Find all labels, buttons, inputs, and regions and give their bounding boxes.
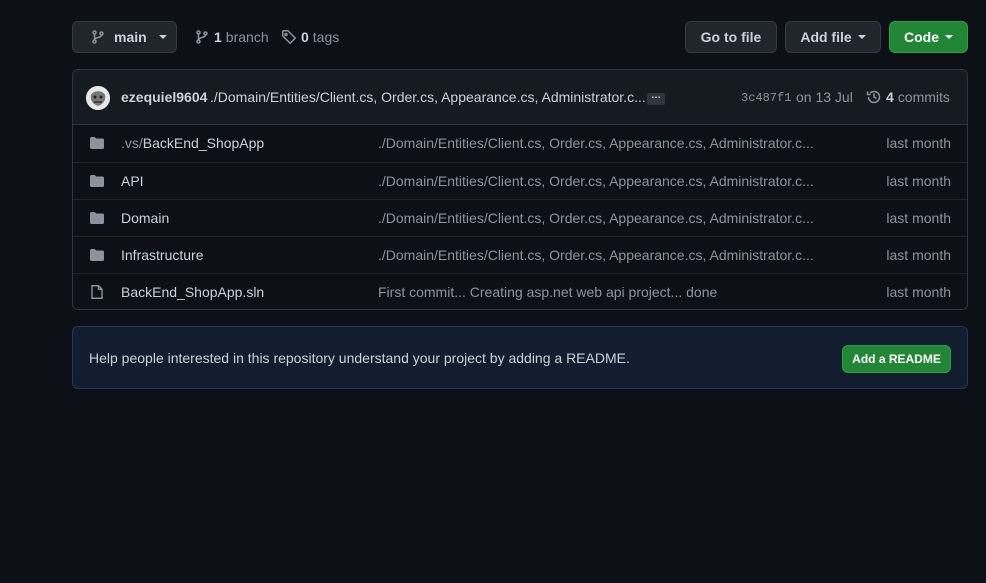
add-file-label: Add file	[800, 29, 852, 45]
file-age: last month	[886, 284, 951, 300]
readme-banner: Help people interested in this repositor…	[72, 326, 968, 389]
folder-icon	[89, 210, 105, 226]
folder-icon	[89, 135, 105, 151]
commit-sha[interactable]: 3c487f1	[741, 91, 791, 105]
expand-commit-button[interactable]: …	[647, 91, 665, 105]
branch-select-button[interactable]: main	[72, 21, 177, 53]
go-to-file-button[interactable]: Go to file	[685, 21, 777, 53]
file-name-link[interactable]: Infrastructure	[121, 247, 203, 263]
file-age: last month	[886, 173, 951, 189]
file-name: BackEnd_ShopApp.sln	[121, 284, 265, 300]
file-row[interactable]: API ./Domain/Entities/Client.cs, Order.c…	[73, 162, 967, 199]
file-name-prefix: .vs/	[121, 135, 143, 151]
file-name-link[interactable]: API	[121, 173, 144, 189]
file-age: last month	[886, 210, 951, 226]
file-age: last month	[886, 247, 951, 263]
file-name: Domain	[121, 210, 170, 226]
commit-message[interactable]: ./Domain/Entities/Client.cs, Order.cs, A…	[210, 89, 646, 105]
file-list-box: ezequiel9604 ./Domain/Entities/Client.cs…	[72, 69, 968, 310]
tags-link[interactable]: 0 tags	[281, 21, 339, 53]
file-row[interactable]: Domain ./Domain/Entities/Client.cs, Orde…	[73, 199, 967, 236]
file-row[interactable]: Infrastructure ./Domain/Entities/Client.…	[73, 236, 967, 273]
git-branch-icon	[194, 29, 210, 45]
file-commit-message[interactable]: ./Domain/Entities/Client.cs, Order.cs, A…	[378, 173, 814, 189]
avatar[interactable]	[86, 86, 110, 110]
tag-count: 0	[301, 29, 309, 45]
tag-icon	[281, 29, 297, 45]
branch-label: branch	[225, 29, 269, 45]
chevron-down-icon	[158, 35, 167, 39]
file-icon	[89, 284, 105, 300]
file-commit-message[interactable]: ./Domain/Entities/Client.cs, Order.cs, A…	[378, 247, 814, 263]
add-readme-label: Add a README	[852, 352, 941, 366]
git-branch-icon	[90, 29, 106, 45]
code-button[interactable]: Code	[889, 21, 968, 53]
folder-icon	[89, 247, 105, 263]
file-commit-message[interactable]: First commit... Creating asp.net web api…	[378, 284, 717, 300]
file-name: Infrastructure	[121, 247, 204, 263]
commit-author[interactable]: ezequiel9604	[121, 89, 207, 105]
file-age: last month	[886, 135, 951, 151]
file-name-link[interactable]: Domain	[121, 210, 169, 226]
file-row[interactable]: .vs/BackEnd_ShopApp ./Domain/Entities/Cl…	[73, 125, 967, 162]
add-file-button[interactable]: Add file	[785, 21, 881, 53]
file-rows: .vs/BackEnd_ShopApp ./Domain/Entities/Cl…	[73, 125, 967, 309]
folder-icon	[89, 173, 105, 189]
code-label: Code	[904, 29, 939, 45]
file-commit-message[interactable]: ./Domain/Entities/Client.cs, Order.cs, A…	[378, 135, 814, 151]
chevron-down-icon	[857, 35, 866, 39]
history-icon	[866, 89, 882, 105]
commit-date: on 13 Jul	[796, 89, 853, 105]
add-readme-button[interactable]: Add a README	[842, 345, 951, 373]
commit-label: commits	[897, 89, 950, 105]
file-name-link[interactable]: .vs/BackEnd_ShopApp	[121, 135, 264, 151]
branch-name: main	[114, 29, 147, 45]
commits-history-link[interactable]: 4 commits	[866, 89, 950, 105]
file-name: BackEnd_ShopApp	[142, 135, 265, 151]
file-name-link[interactable]: BackEnd_ShopApp.sln	[121, 284, 264, 300]
tag-label: tags	[312, 29, 340, 45]
file-row[interactable]: BackEnd_ShopApp.sln First commit... Crea…	[73, 273, 967, 309]
repo-toolbar: main 1 branch 0 tags Go to file Add file…	[72, 21, 968, 53]
commit-count: 4	[886, 89, 894, 105]
go-to-file-label: Go to file	[700, 29, 762, 45]
latest-commit-header: ezequiel9604 ./Domain/Entities/Client.cs…	[73, 70, 967, 125]
file-commit-message[interactable]: ./Domain/Entities/Client.cs, Order.cs, A…	[378, 210, 814, 226]
branch-count: 1	[214, 29, 222, 45]
chevron-down-icon	[945, 35, 953, 39]
file-name: API	[121, 173, 144, 189]
branches-link[interactable]: 1 branch	[194, 21, 269, 53]
readme-prompt-text: Help people interested in this repositor…	[89, 350, 630, 366]
